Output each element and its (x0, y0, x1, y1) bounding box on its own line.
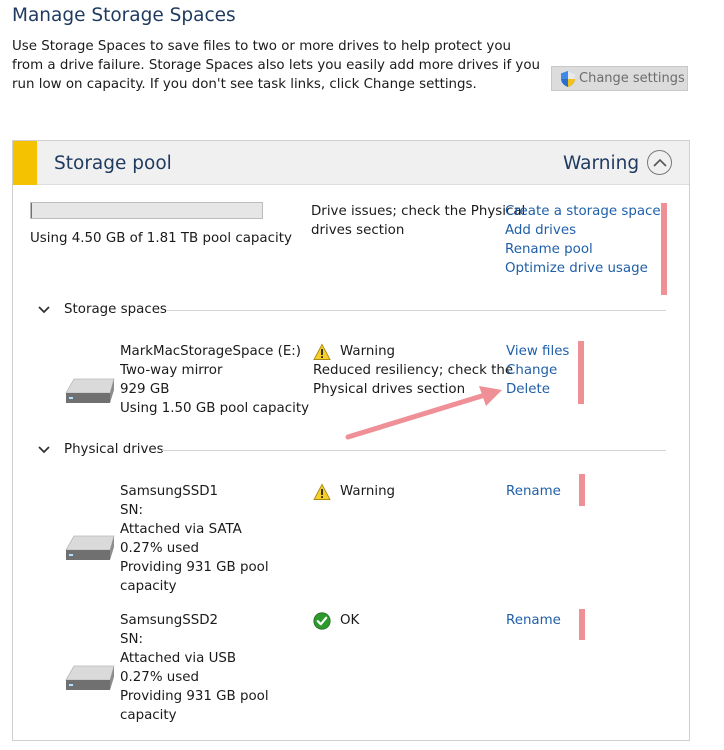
section-divider (166, 310, 666, 311)
drive-used: 0.27% used (120, 541, 199, 556)
delete-link[interactable]: Delete (506, 380, 550, 399)
annotation-marker (579, 609, 585, 640)
drive-providing-line-2: capacity (120, 708, 177, 723)
space-resiliency: Two-way mirror (120, 363, 223, 378)
storage-pool-status: Warning (563, 153, 640, 174)
drive-name: SamsungSSD2 (120, 613, 219, 628)
drive-attached: Attached via SATA (120, 522, 242, 537)
pool-capacity-bar (30, 202, 263, 219)
drive-icon (65, 665, 115, 690)
pool-issue-line-1: Drive issues; check the Physical (311, 204, 526, 219)
drive-providing-line-2: capacity (120, 579, 177, 594)
drive-providing-line-1: Providing 931 GB pool (120, 689, 269, 704)
chevron-down-icon[interactable] (38, 306, 50, 314)
annotation-marker (579, 474, 585, 506)
drive-used: 0.27% used (120, 670, 199, 685)
change-settings-button[interactable]: Change settings (551, 66, 688, 91)
rename-pool-link[interactable]: Rename pool (505, 240, 593, 259)
rename-drive-link[interactable]: Rename (506, 482, 561, 501)
create-storage-space-link[interactable]: Create a storage space (505, 202, 661, 221)
change-link[interactable]: Change (506, 361, 557, 380)
space-usage: Using 1.50 GB pool capacity (120, 401, 310, 416)
uac-shield-icon (561, 70, 575, 87)
storage-spaces-section-label[interactable]: Storage spaces (64, 302, 167, 317)
ok-check-icon (313, 612, 331, 630)
warning-icon (313, 483, 331, 500)
change-settings-label: Change settings (579, 71, 685, 86)
add-drives-link[interactable]: Add drives (505, 221, 576, 240)
pool-issue-line-2: drives section (311, 223, 405, 238)
space-status-line-1: Reduced resiliency; check the (313, 363, 514, 378)
warning-icon (313, 343, 331, 360)
view-files-link[interactable]: View files (506, 342, 569, 361)
drive-status: OK (340, 613, 360, 628)
pool-capacity-bar-fill (31, 203, 32, 218)
drive-name: SamsungSSD1 (120, 484, 219, 499)
chevron-down-icon[interactable] (38, 446, 50, 454)
drive-icon (65, 378, 115, 403)
storage-pool-title: Storage pool (54, 153, 172, 174)
space-name: MarkMacStorageSpace (E:) (120, 344, 302, 359)
physical-drives-section-label[interactable]: Physical drives (64, 442, 164, 457)
drive-serial: SN: (120, 503, 144, 518)
annotation-arrow (345, 386, 502, 440)
section-divider (162, 450, 666, 451)
drive-providing-line-1: Providing 931 GB pool (120, 560, 269, 575)
space-size: 929 GB (120, 382, 170, 397)
optimize-drive-usage-link[interactable]: Optimize drive usage (505, 259, 648, 278)
drive-serial: SN: (120, 632, 144, 647)
drive-attached: Attached via USB (120, 651, 237, 666)
drive-status: Warning (340, 484, 396, 499)
annotation-marker (661, 203, 667, 295)
space-status: Warning (340, 344, 396, 359)
collapse-button[interactable] (647, 150, 672, 175)
pool-capacity-text: Using 4.50 GB of 1.81 TB pool capacity (30, 231, 292, 246)
rename-drive-link[interactable]: Rename (506, 611, 561, 630)
drive-icon (65, 535, 115, 560)
page-title: Manage Storage Spaces (12, 5, 236, 26)
warning-accent-bar (13, 141, 37, 185)
page-description: Use Storage Spaces to save files to two … (12, 39, 541, 92)
annotation-marker (578, 341, 584, 404)
chevron-up-icon (652, 158, 667, 167)
